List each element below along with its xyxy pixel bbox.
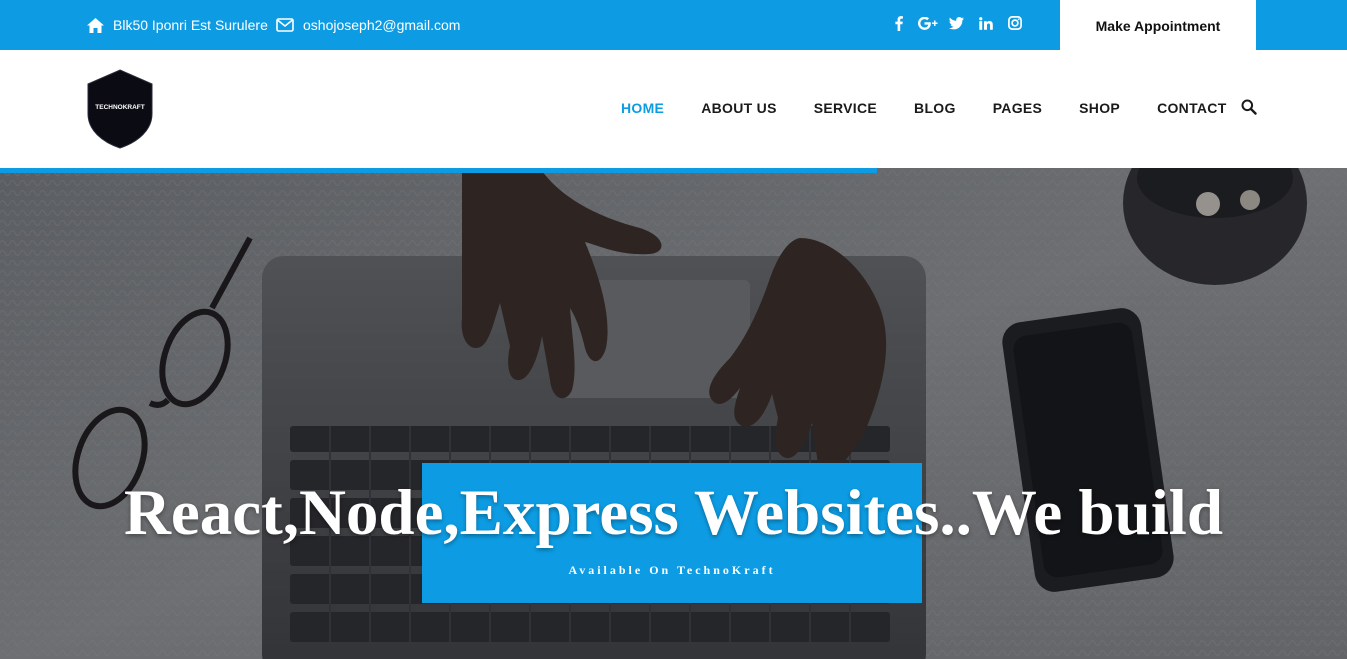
top-bar: Blk50 Iponri Est Surulere oshojoseph2@gm…	[0, 0, 1347, 52]
hero-slider: React,Node,Express Websites..We build Av…	[0, 168, 1347, 659]
nav-item-shop[interactable]: SHOP	[1079, 100, 1120, 116]
search-icon[interactable]	[1241, 99, 1257, 115]
address-item: Blk50 Iponri Est Surulere	[87, 0, 268, 50]
nav-item-blog[interactable]: BLOG	[914, 100, 956, 116]
make-appointment-button[interactable]: Make Appointment	[1060, 0, 1256, 52]
nav-item-home[interactable]: HOME	[621, 100, 664, 116]
social-links	[884, 0, 1029, 46]
brand-logo[interactable]: TECHNOKRAFT	[86, 68, 154, 150]
address-text: Blk50 Iponri Est Surulere	[113, 17, 268, 33]
nav-item-service[interactable]: SERVICE	[814, 100, 877, 116]
nav-item-contact[interactable]: CONTACT	[1157, 100, 1227, 116]
twitter-icon[interactable]	[942, 13, 971, 33]
email-text[interactable]: oshojoseph2@gmail.com	[303, 17, 460, 33]
hero-subtitle: Available On TechnoKraft	[568, 563, 776, 577]
hero-title: React,Node,Express Websites..We build	[123, 477, 1224, 549]
main-nav: HOME ABOUT US SERVICE BLOG PAGES SHOP CO…	[621, 100, 1227, 116]
facebook-icon[interactable]	[884, 13, 913, 33]
nav-item-pages[interactable]: PAGES	[993, 100, 1042, 116]
slider-progress-bar	[0, 168, 877, 173]
home-icon	[87, 17, 104, 33]
main-header: TECHNOKRAFT HOME ABOUT US SERVICE BLOG P…	[0, 50, 1347, 168]
instagram-icon[interactable]	[1000, 13, 1029, 33]
email-item[interactable]: oshojoseph2@gmail.com	[276, 0, 460, 50]
logo-text: TECHNOKRAFT	[95, 104, 144, 111]
linkedin-icon[interactable]	[971, 13, 1000, 33]
google-plus-icon[interactable]	[913, 13, 942, 33]
envelope-icon	[276, 18, 294, 32]
nav-item-about-us[interactable]: ABOUT US	[701, 100, 777, 116]
